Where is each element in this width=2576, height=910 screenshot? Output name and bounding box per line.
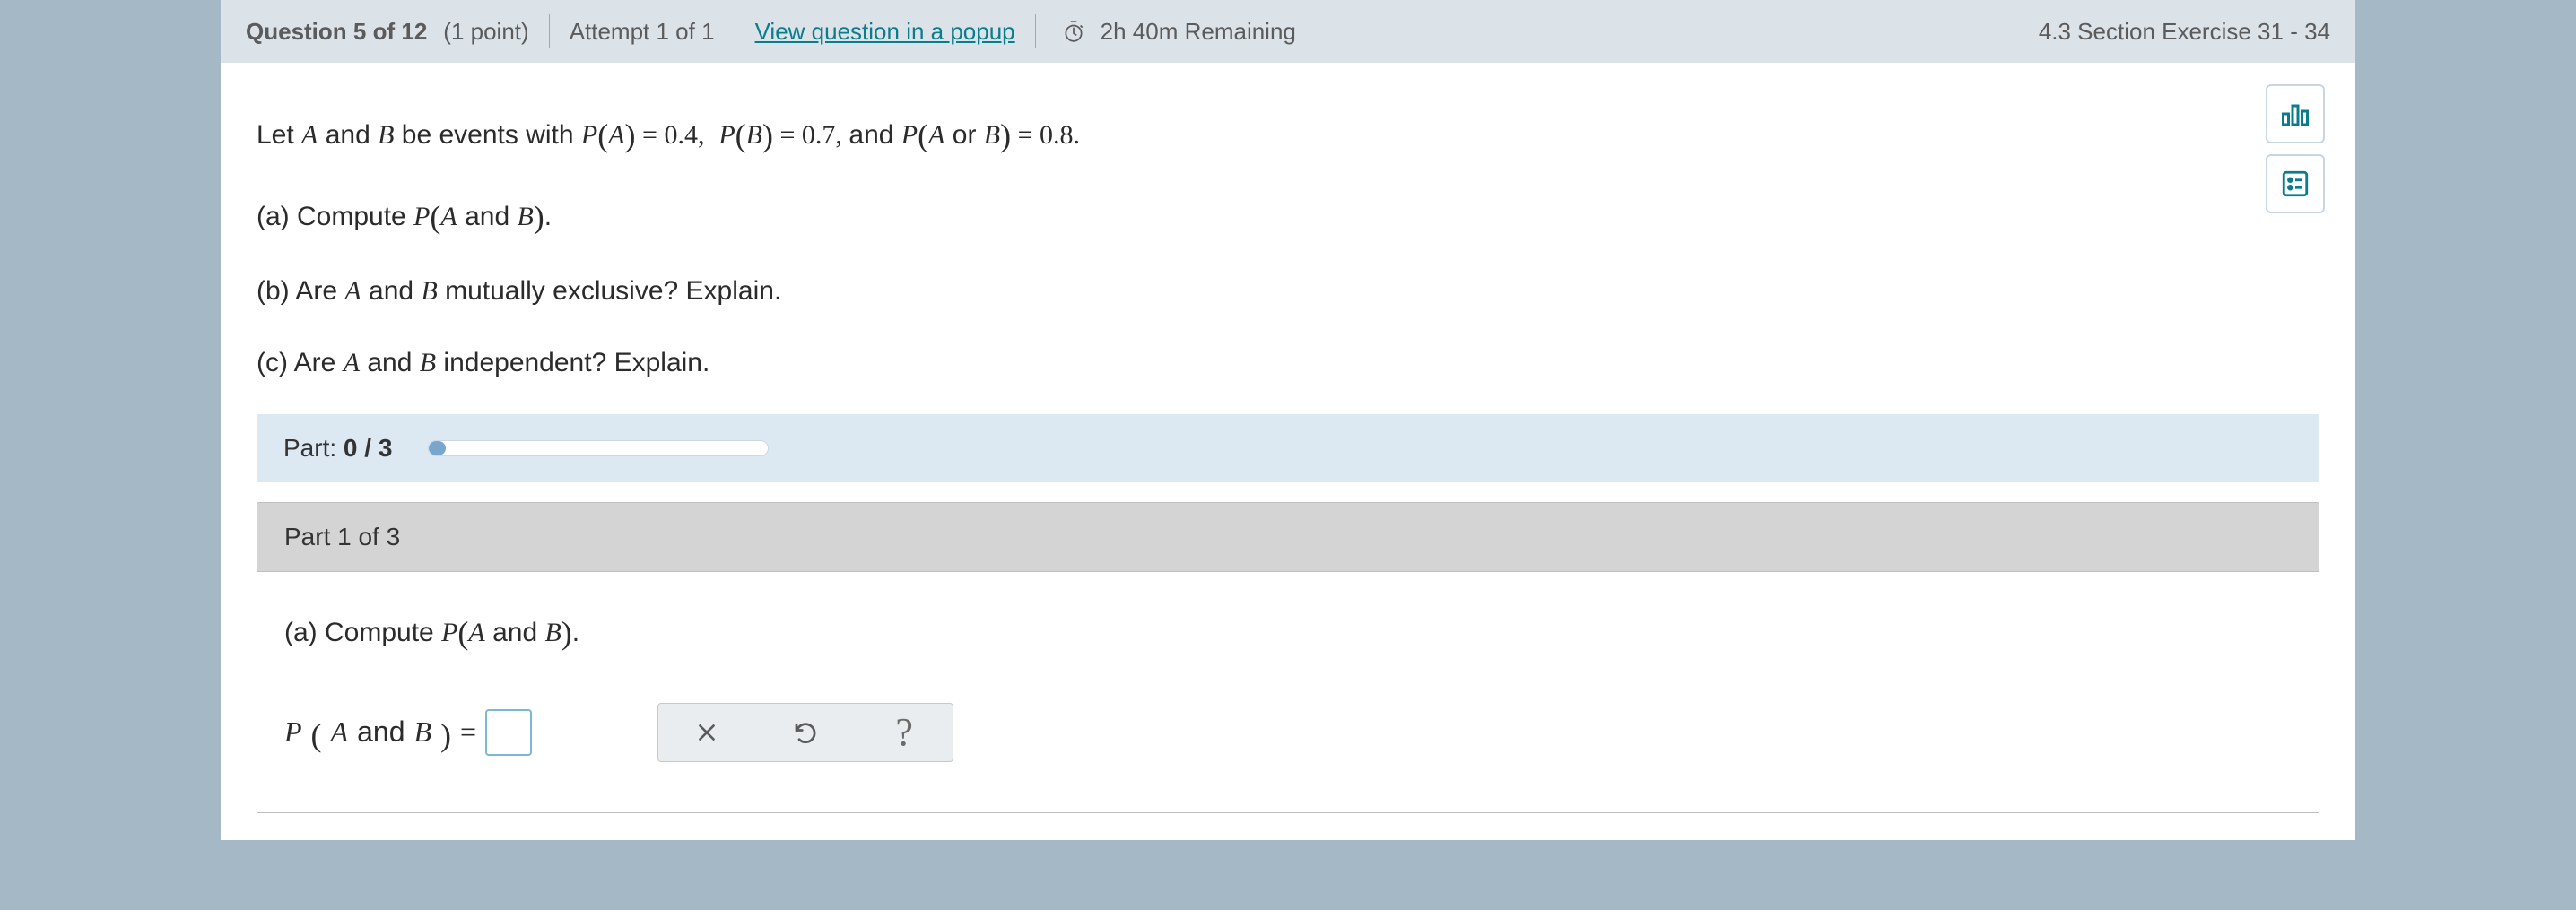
attempt-label: Attempt 1 of 1 <box>570 18 715 46</box>
part-progress-label: Part: 0 / 3 <box>283 434 392 463</box>
part-header: Part 1 of 3 <box>257 502 2319 572</box>
question-body: Let A and B be events with P(A) = 0.4, P… <box>221 63 2355 840</box>
answer-input[interactable] <box>485 709 532 756</box>
answer-expression: P(A and B) = <box>284 709 532 756</box>
time-remaining: 2h 40m Remaining <box>1101 18 1296 46</box>
reset-button[interactable] <box>788 715 823 750</box>
question-part-a: (a) Compute P(A and B). <box>257 186 2319 244</box>
divider <box>549 14 550 48</box>
progress-fill <box>429 441 446 455</box>
chart-tool-button[interactable] <box>2266 84 2325 143</box>
question-part-c: (c) Are A and B independent? Explain. <box>257 339 2319 387</box>
question-content: Let A and B be events with P(A) = 0.4, P… <box>231 104 2345 813</box>
list-tool-button[interactable] <box>2266 154 2325 213</box>
help-button[interactable]: ? <box>886 715 922 750</box>
answer-toolbar: ? <box>657 703 953 762</box>
section-label: 4.3 Section Exercise 31 - 34 <box>2039 18 2330 46</box>
part-progress: Part: 0 / 3 <box>257 414 2319 482</box>
question-part-b: (b) Are A and B mutually exclusive? Expl… <box>257 267 2319 316</box>
part-a-prompt: (a) Compute P(A and B). <box>284 611 2292 649</box>
question-intro: Let A and B be events with P(A) = 0.4, P… <box>257 104 2319 162</box>
tool-column <box>2266 84 2325 213</box>
view-popup-link[interactable]: View question in a popup <box>755 18 1015 46</box>
clear-button[interactable] <box>689 715 725 750</box>
question-points: (1 point) <box>443 18 528 46</box>
answer-row: P(A and B) = ? <box>284 703 2292 762</box>
question-container: Question 5 of 12 (1 point) Attempt 1 of … <box>221 0 2355 840</box>
part-body: (a) Compute P(A and B). P(A and B) = <box>257 572 2319 813</box>
divider <box>1035 14 1036 48</box>
question-header: Question 5 of 12 (1 point) Attempt 1 of … <box>221 0 2355 63</box>
progress-bar <box>428 440 769 456</box>
timer-icon <box>1061 19 1086 44</box>
question-label: Question 5 of 12 <box>246 18 427 46</box>
